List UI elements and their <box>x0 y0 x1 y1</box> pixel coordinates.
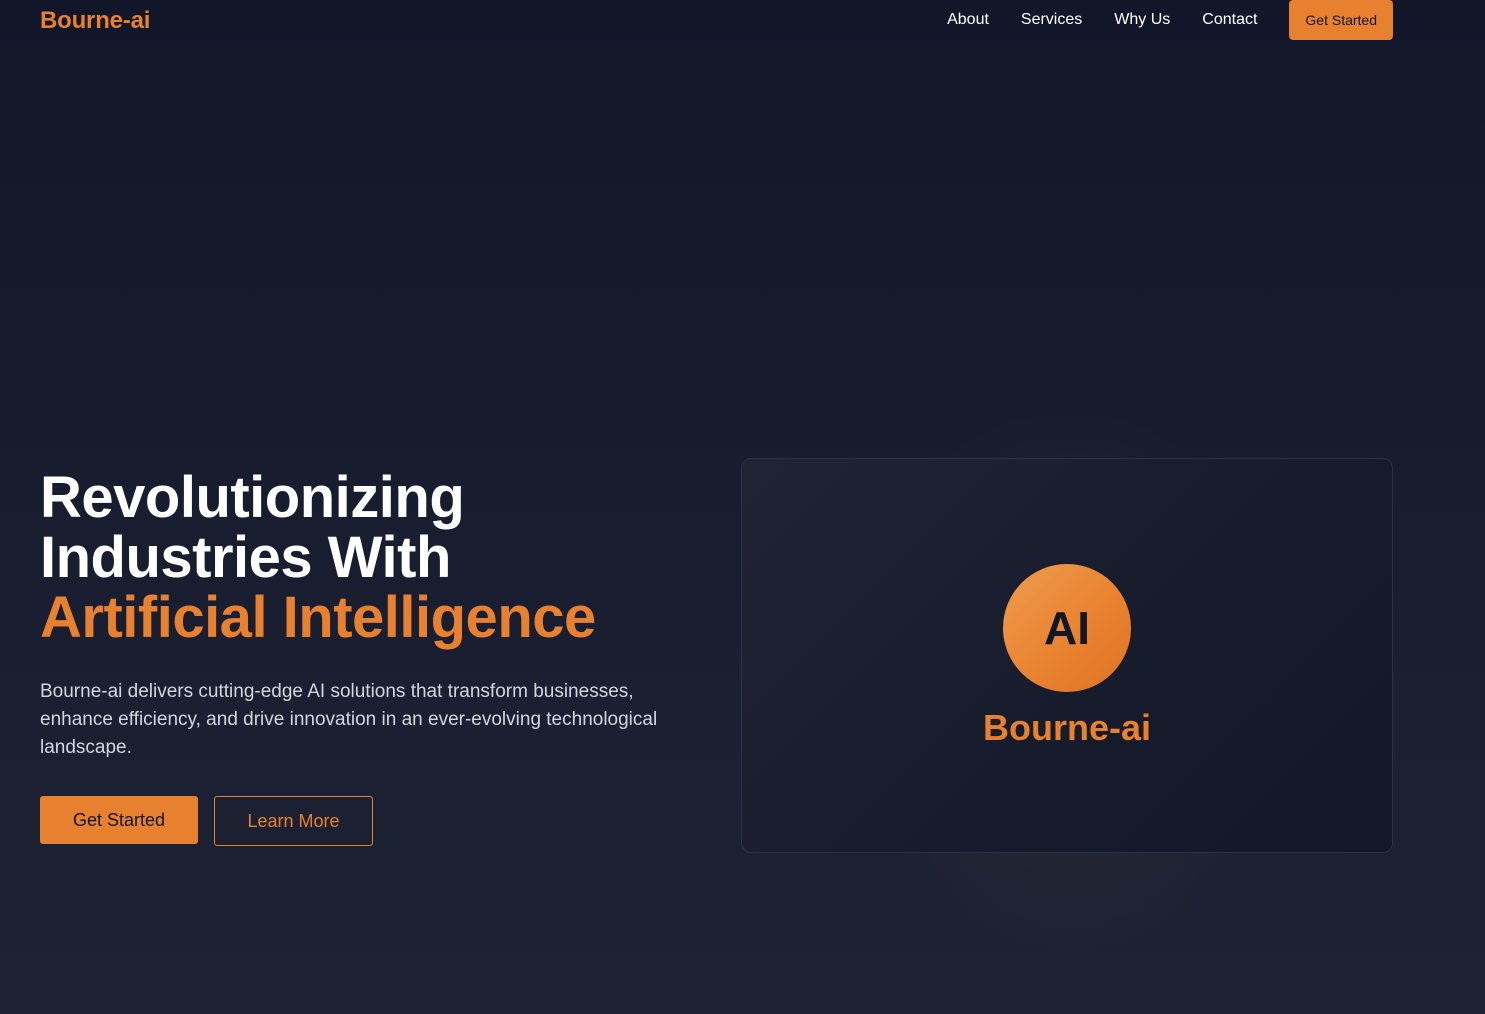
navbar: Bourne-ai About Services Why Us Contact … <box>0 0 1485 40</box>
logo[interactable]: Bourne-ai <box>40 7 150 35</box>
get-started-button[interactable]: Get Started <box>40 796 198 844</box>
hero-description: Bourne-ai delivers cutting-edge AI solut… <box>40 681 658 758</box>
card-brand-name: Bourne-ai <box>982 707 1151 748</box>
nav-links: About Services Why Us Contact Get Starte… <box>947 0 1393 40</box>
hero-actions: Get Started Learn More <box>40 796 700 846</box>
hero-title-accent: Artificial Intelligence <box>40 585 596 650</box>
nav-link-services[interactable]: Services <box>1021 11 1082 29</box>
ai-badge-icon: AI <box>1003 564 1131 692</box>
nav-link-why-us[interactable]: Why Us <box>1114 11 1170 29</box>
hero-title: Revolutionizing Industries With Artifici… <box>40 468 700 648</box>
hero-title-line2: Industries With <box>40 525 451 590</box>
nav-link-about[interactable]: About <box>947 11 989 29</box>
nav-link-contact[interactable]: Contact <box>1202 11 1257 29</box>
nav-get-started-button[interactable]: Get Started <box>1289 0 1393 40</box>
hero-title-line1: Revolutionizing <box>40 465 465 530</box>
hero-section: Revolutionizing Industries With Artifici… <box>40 468 700 846</box>
learn-more-button[interactable]: Learn More <box>214 796 373 846</box>
hero-card: AI Bourne-ai <box>741 458 1393 853</box>
